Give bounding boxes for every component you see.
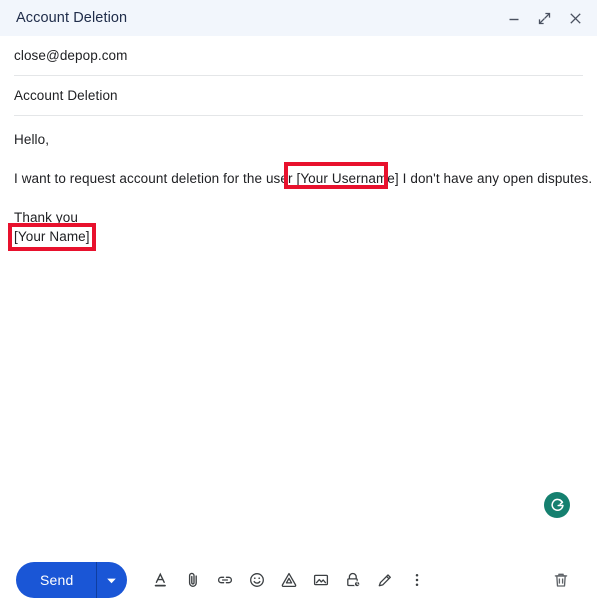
- insert-signature-icon[interactable]: [369, 564, 401, 596]
- body-username-placeholder: [Your Username]: [296, 171, 399, 186]
- insert-emoji-icon[interactable]: [241, 564, 273, 596]
- insert-photo-icon[interactable]: [305, 564, 337, 596]
- subject-value: Account Deletion: [14, 88, 118, 103]
- expand-icon[interactable]: [537, 11, 552, 26]
- compose-window: Account Deletion close@depop.com Account…: [0, 0, 597, 608]
- subject-field[interactable]: Account Deletion: [14, 76, 583, 116]
- attach-file-icon[interactable]: [177, 564, 209, 596]
- recipient-field[interactable]: close@depop.com: [14, 36, 583, 76]
- compose-header: Account Deletion: [0, 0, 597, 36]
- close-icon[interactable]: [568, 11, 583, 26]
- toolbar-icons: [145, 564, 433, 596]
- grammarly-badge[interactable]: [544, 492, 570, 518]
- body-spacer-2: [14, 188, 583, 208]
- send-options-dropdown[interactable]: [97, 562, 127, 598]
- message-body[interactable]: Hello, I want to request account deletio…: [0, 116, 597, 552]
- formatting-options-icon[interactable]: [145, 564, 177, 596]
- compose-toolbar: Send: [0, 552, 597, 608]
- body-spacer-1: [14, 149, 583, 169]
- body-greeting: Hello,: [14, 132, 50, 147]
- insert-drive-icon[interactable]: [273, 564, 305, 596]
- send-button[interactable]: Send: [16, 562, 96, 598]
- discard-draft-icon[interactable]: [545, 564, 577, 596]
- body-signature: [Your Name]: [14, 229, 90, 244]
- body-request-prefix: I want to request account deletion for t…: [14, 171, 297, 186]
- insert-link-icon[interactable]: [209, 564, 241, 596]
- body-request-line: I want to request account deletion for t…: [14, 169, 592, 188]
- body-request-suffix: I don't have any open disputes.: [398, 171, 593, 186]
- confidential-mode-icon[interactable]: [337, 564, 369, 596]
- more-options-icon[interactable]: [401, 564, 433, 596]
- body-closing: Thank you: [14, 210, 78, 225]
- recipient-value: close@depop.com: [14, 48, 128, 63]
- window-controls: [506, 11, 583, 26]
- minimize-icon[interactable]: [506, 11, 521, 26]
- compose-title: Account Deletion: [16, 10, 128, 26]
- send-group: Send: [16, 562, 127, 598]
